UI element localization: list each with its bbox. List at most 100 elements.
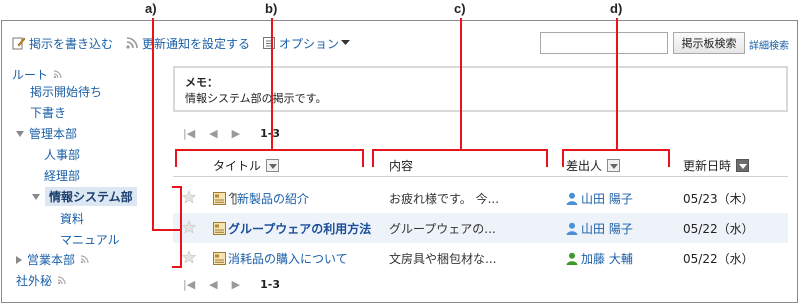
tree-item-infosys[interactable]: 情報システム部 — [45, 187, 137, 206]
sort-icon[interactable] — [607, 159, 621, 172]
callout-line-a-horiz — [152, 229, 182, 231]
star-icon[interactable] — [182, 220, 196, 234]
board-post-icon — [213, 192, 226, 205]
tree-item-materials[interactable]: 資料 — [60, 210, 84, 227]
row-sender-link[interactable]: 山田 陽子 — [566, 190, 633, 207]
next-page-icon[interactable]: ▶ — [232, 278, 240, 291]
tree-accounting-label: 経理部 — [44, 169, 81, 183]
pager-bottom: |◀ ◀ ▶ 1-3 — [183, 278, 294, 291]
col-updated[interactable]: 更新日時 — [683, 157, 750, 174]
prev-page-icon[interactable]: ◀ — [209, 278, 217, 291]
prev-page-icon[interactable]: ◀ — [209, 127, 217, 140]
first-page-icon[interactable]: |◀ — [183, 127, 195, 140]
expand-right-icon[interactable] — [16, 255, 22, 264]
annotation-a: a) — [145, 1, 157, 16]
options-menu[interactable]: オプション — [262, 35, 351, 52]
row-date: 05/22（水） — [683, 252, 754, 266]
attachment-icon — [228, 192, 237, 205]
col-title[interactable]: タイトル — [213, 157, 280, 174]
expand-down-icon[interactable] — [16, 130, 24, 137]
col-sender-label: 差出人 — [566, 159, 603, 173]
star-icon[interactable] — [182, 250, 196, 264]
tree-item-sales[interactable]: 営業本部 — [16, 251, 89, 268]
notify-label: 更新通知を設定する — [142, 36, 251, 51]
table-header: タイトル 内容 差出人 更新日時 — [173, 153, 788, 177]
annotation-d: d) — [610, 1, 623, 16]
col-content: 内容 — [389, 157, 413, 174]
callout-bracket-a-top — [172, 186, 182, 188]
row-date: 05/22（水） — [683, 222, 754, 236]
tree-item-root[interactable]: ルート — [12, 66, 62, 83]
row-title: 消耗品の購入について — [228, 252, 348, 266]
star-icon[interactable] — [182, 190, 196, 204]
tree-mgmt-label: 管理本部 — [29, 127, 78, 141]
col-sender[interactable]: 差出人 — [566, 157, 621, 174]
tree-pending-label: 掲示開始待ち — [30, 85, 103, 99]
tree-item-infosys-row: 情報システム部 — [32, 187, 137, 206]
tree-item-manual[interactable]: マニュアル — [60, 231, 120, 248]
callout-bracket-b — [175, 149, 364, 151]
tree-item-mgmt[interactable]: 管理本部 — [16, 125, 77, 142]
tree-manual-label: マニュアル — [60, 233, 120, 247]
callout-bracket-d-left — [562, 149, 564, 167]
callout-bracket-d — [562, 149, 670, 151]
callout-line-c — [460, 18, 462, 150]
row-title-link[interactable]: 消耗品の購入について — [213, 250, 348, 267]
user-icon — [566, 222, 578, 235]
rss-icon — [57, 276, 66, 285]
options-label: オプション — [279, 36, 340, 51]
row-content: 文房具や梱包材な... — [389, 252, 497, 266]
annotation-b: b) — [265, 1, 278, 16]
first-page-icon[interactable]: |◀ — [183, 278, 195, 291]
callout-bracket-d-right — [668, 149, 670, 167]
tree-item-secret[interactable]: 社外秘 — [16, 272, 66, 289]
board-post-icon — [213, 252, 226, 265]
tree-secret-label: 社外秘 — [16, 274, 53, 288]
row-sender: 加藤 大輔 — [581, 252, 633, 266]
row-title-link[interactable]: グループウェアの利用方法 — [213, 220, 371, 237]
rss-icon — [126, 37, 138, 49]
tree-item-hr[interactable]: 人事部 — [44, 146, 80, 163]
callout-bracket-c-left — [372, 149, 374, 167]
pencil-note-icon — [12, 37, 26, 50]
user-icon — [566, 252, 578, 265]
board-post-icon — [213, 222, 226, 235]
col-content-label: 内容 — [389, 159, 414, 173]
next-page-icon[interactable]: ▶ — [232, 127, 240, 140]
sort-icon[interactable] — [266, 159, 280, 172]
post-label: 掲示を書き込む — [29, 36, 114, 51]
rss-icon — [53, 70, 62, 79]
table-row: 消耗品の購入について 文房具や梱包材な... 加藤 大輔 05/22（水） — [173, 243, 788, 273]
notify-link[interactable]: 更新通知を設定する — [125, 35, 250, 52]
row-date: 05/23（木） — [683, 192, 754, 206]
page-count: 1-3 — [260, 278, 280, 291]
pager-top: |◀ ◀ ▶ 1-3 — [183, 127, 294, 140]
callout-bracket-a — [180, 186, 182, 268]
tree-item-pending[interactable]: 掲示開始待ち — [30, 83, 102, 100]
callout-line-d — [616, 18, 618, 150]
tree-root-label: ルート — [12, 68, 49, 82]
memo-box: メモ： 情報システム部の掲示です。 — [173, 66, 788, 112]
row-sender-link[interactable]: 加藤 大輔 — [566, 250, 633, 267]
board-search-button[interactable]: 掲示板検索 — [673, 32, 745, 54]
expand-down-icon[interactable] — [32, 193, 40, 200]
row-sender-link[interactable]: 山田 陽子 — [566, 220, 633, 237]
row-title-link[interactable]: 新製品の紹介 — [213, 190, 309, 207]
user-icon — [566, 192, 578, 205]
post-link[interactable]: 掲示を書き込む — [12, 35, 113, 52]
callout-line-a — [152, 18, 154, 230]
col-title-label: タイトル — [213, 159, 262, 173]
sort-desc-icon[interactable] — [736, 159, 750, 172]
chevron-down-icon — [341, 40, 351, 45]
memo-text: 情報システム部の掲示です。 — [185, 92, 327, 105]
tree-item-accounting[interactable]: 経理部 — [44, 167, 80, 184]
tree-drafts-label: 下書き — [30, 106, 67, 120]
callout-bracket-c — [372, 149, 548, 151]
callout-bracket-b-right — [362, 149, 364, 167]
tree-item-drafts[interactable]: 下書き — [30, 104, 66, 121]
tree-hr-label: 人事部 — [44, 148, 81, 162]
row-sender: 山田 陽子 — [581, 192, 633, 206]
rss-icon — [80, 255, 89, 264]
advanced-search-link[interactable]: 詳細検索 — [749, 37, 789, 52]
board-search-input[interactable] — [540, 32, 668, 54]
